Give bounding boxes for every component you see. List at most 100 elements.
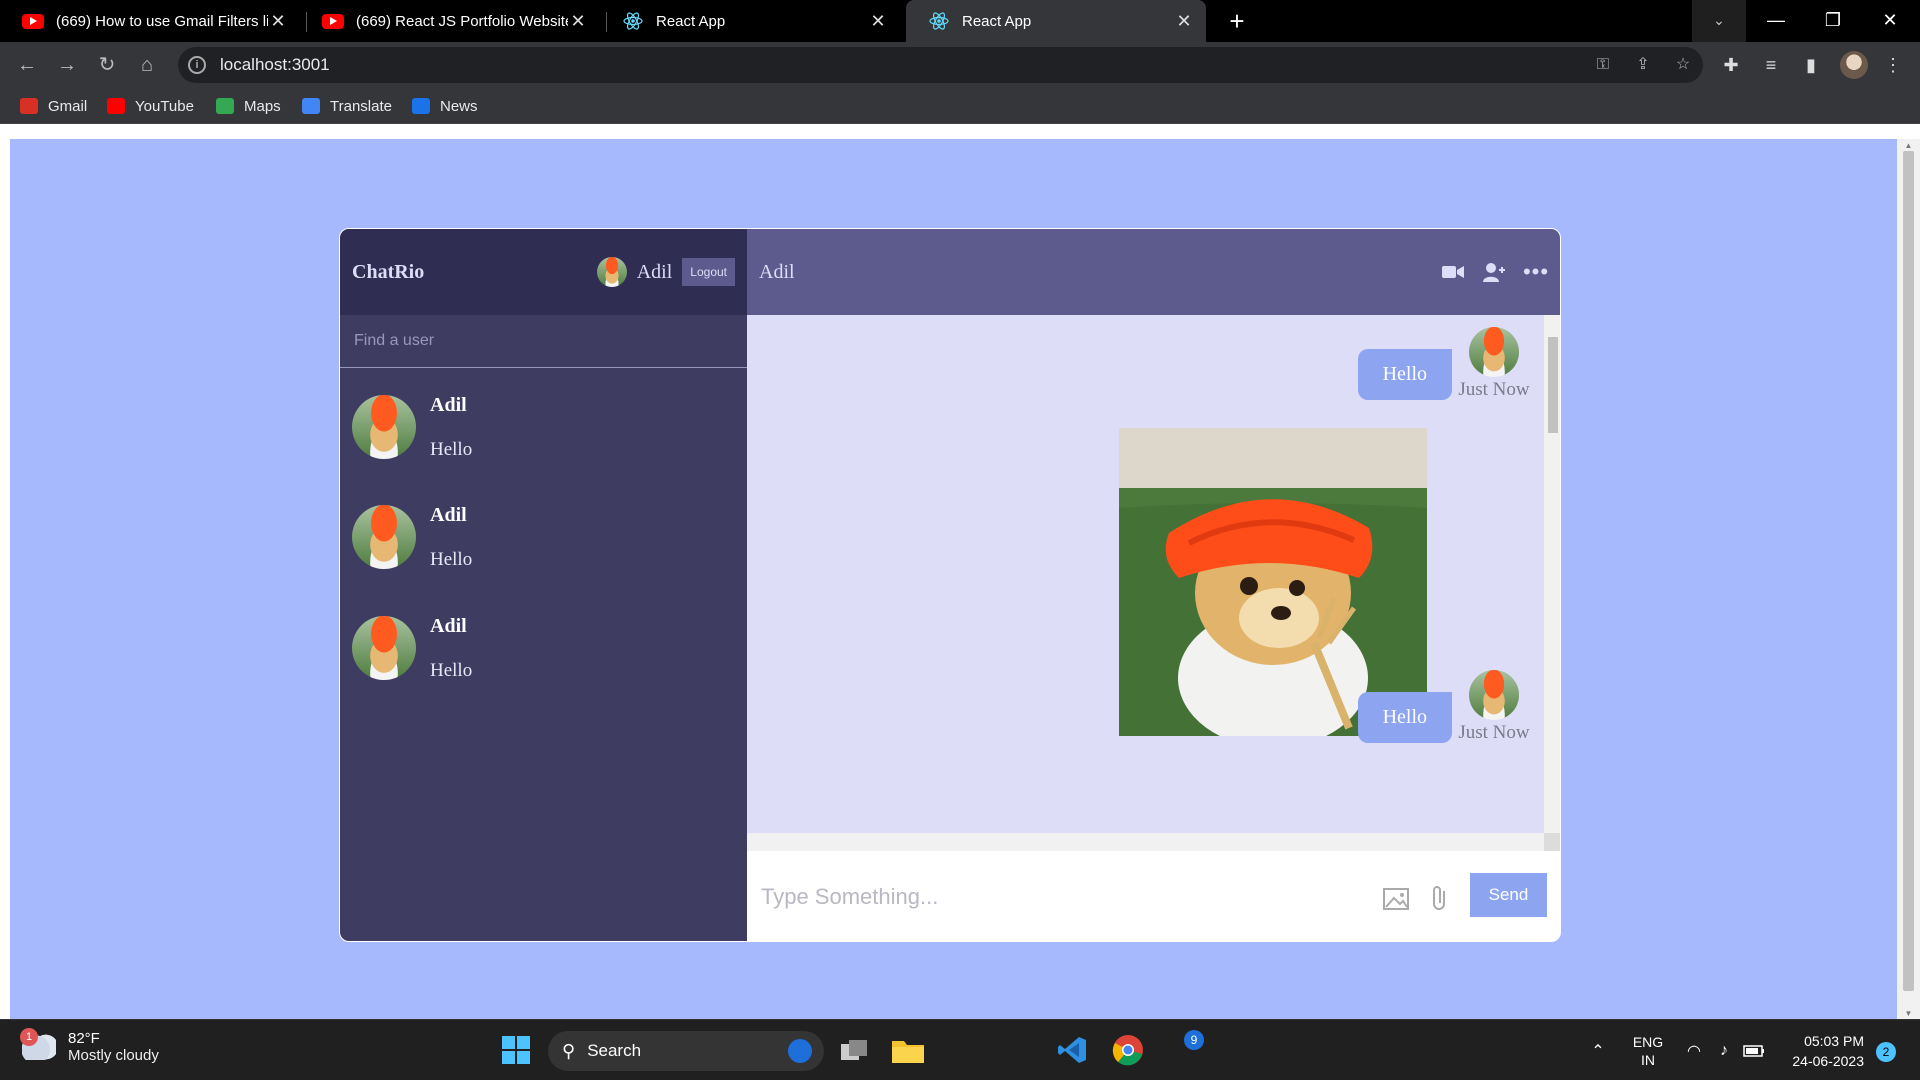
weather-badge: 1: [20, 1028, 38, 1046]
volume-icon[interactable]: ♪: [1710, 1020, 1738, 1080]
media-controls-icon[interactable]: ≡: [1756, 50, 1786, 80]
wifi-icon[interactable]: ◠: [1680, 1020, 1708, 1080]
close-window-button[interactable]: ✕: [1862, 0, 1918, 42]
chat-list-item[interactable]: Adil Hello: [340, 372, 747, 482]
start-button[interactable]: [496, 1030, 536, 1070]
new-tab-button[interactable]: +: [1222, 6, 1252, 36]
system-clock[interactable]: 05:03 PM 24-06-2023: [1782, 1031, 1864, 1071]
forward-button[interactable]: →: [52, 50, 82, 80]
sidebar: ChatRio Adil Logout Adil Hello Adil Hell…: [340, 229, 747, 941]
chat-last-message: Hello: [430, 548, 473, 570]
bookmark-star-icon[interactable]: ☆: [1668, 47, 1698, 83]
message-bubble: Hello: [1357, 692, 1452, 743]
page-scrollbar[interactable]: ▲ ▼: [1897, 139, 1920, 1019]
language-indicator[interactable]: ENG IN: [1628, 1020, 1668, 1080]
clock-date: 24-06-2023: [1792, 1053, 1864, 1069]
close-icon[interactable]: ✕: [568, 11, 588, 32]
file-explorer-icon[interactable]: [888, 1030, 928, 1070]
search-input[interactable]: [340, 315, 747, 367]
attachment-icon[interactable]: [1423, 881, 1457, 915]
restore-button[interactable]: ❐: [1805, 0, 1861, 42]
weather-widget[interactable]: 1 82°F Mostly cloudy: [20, 1028, 159, 1064]
back-button[interactable]: ←: [12, 50, 42, 80]
region-code: IN: [1641, 1051, 1655, 1068]
task-view-icon[interactable]: [834, 1030, 874, 1070]
close-icon[interactable]: ✕: [868, 11, 888, 32]
doge-image: [1119, 428, 1427, 736]
chat-title: Adil: [759, 261, 795, 283]
bookmark-maps[interactable]: Maps: [216, 95, 281, 117]
app-logo: ChatRio: [352, 261, 425, 283]
side-panel-icon[interactable]: ▮: [1796, 50, 1826, 80]
message-info: Just Now: [1456, 327, 1532, 401]
extensions-icon[interactable]: ✚: [1716, 50, 1746, 80]
avatar: [352, 395, 416, 459]
bookmark-youtube[interactable]: YouTube: [107, 95, 194, 117]
battery-icon[interactable]: [1740, 1020, 1768, 1080]
bookmark-translate[interactable]: Translate: [302, 95, 392, 117]
reload-button[interactable]: ↻: [92, 50, 122, 80]
close-icon[interactable]: ✕: [268, 11, 288, 32]
tab-title: (669) How to use Gmail Filters lik: [56, 12, 268, 30]
message-input[interactable]: [761, 877, 1361, 917]
scrollbar-thumb[interactable]: [1903, 151, 1914, 991]
address-bar[interactable]: i localhost:3001 ⚿ ⇪ ☆: [178, 47, 1703, 83]
tab-react-app-active[interactable]: React App ✕: [906, 0, 1206, 42]
add-user-icon[interactable]: [1481, 259, 1507, 285]
messages-horizontal-scrollbar[interactable]: [747, 833, 1544, 851]
chat-last-message: Hello: [430, 659, 473, 681]
share-icon[interactable]: ⇪: [1628, 47, 1658, 83]
search-icon: ⚲: [562, 1040, 576, 1061]
logout-button[interactable]: Logout: [682, 258, 735, 286]
avatar: [1469, 670, 1519, 720]
messages-scrollbar[interactable]: [1544, 315, 1560, 833]
messages-area: Hello Just Now Hello Just Now: [747, 315, 1560, 833]
tab-search-button[interactable]: ⌄: [1692, 0, 1746, 42]
language-code: ENG: [1632, 1033, 1664, 1050]
avatar: [352, 616, 416, 680]
bookmarks-bar: Gmail YouTube Maps Translate News: [0, 88, 1920, 124]
chat-user-name: Adil: [430, 503, 467, 526]
current-user-name: Adil: [636, 260, 673, 283]
tab-react-app-1[interactable]: React App ✕: [600, 0, 900, 42]
close-icon[interactable]: ✕: [1174, 11, 1194, 32]
chat-list-item[interactable]: Adil Hello: [340, 593, 747, 703]
message-image[interactable]: [1119, 428, 1427, 736]
chat-list-item[interactable]: Adil Hello: [340, 482, 747, 592]
vscode-icon[interactable]: [1052, 1030, 1092, 1070]
video-camera-icon[interactable]: [1440, 259, 1466, 285]
menu-icon[interactable]: ⋮: [1878, 50, 1908, 80]
page-margin: [0, 124, 10, 1019]
profile-avatar[interactable]: [1840, 51, 1868, 79]
home-button[interactable]: ⌂: [132, 50, 162, 80]
avatar: [596, 257, 627, 287]
scroll-up-arrow[interactable]: ▲: [1903, 141, 1914, 150]
scroll-down-arrow[interactable]: ▼: [1903, 1009, 1914, 1018]
bookmark-news[interactable]: News: [412, 95, 478, 117]
chat-header: Adil •••: [747, 229, 1560, 315]
tab-react-portfolio[interactable]: (669) React JS Portfolio Website ✕: [300, 0, 600, 42]
chevron-up-icon[interactable]: ⌃: [1586, 1020, 1610, 1080]
bing-icon: [788, 1039, 812, 1063]
minimize-button[interactable]: —: [1748, 0, 1804, 42]
url-text: localhost:3001: [220, 55, 330, 74]
tab-gmail-filters[interactable]: (669) How to use Gmail Filters lik ✕: [0, 0, 300, 42]
chrome-icon[interactable]: [1108, 1030, 1148, 1070]
message-bubble: Hello: [1357, 349, 1452, 400]
send-button[interactable]: Send: [1470, 873, 1547, 917]
image-upload-icon[interactable]: [1380, 881, 1414, 915]
taskbar-search[interactable]: ⚲ Search: [548, 1031, 824, 1071]
user-search: [340, 315, 747, 368]
cloud-icon: 1: [20, 1028, 56, 1060]
notification-badge[interactable]: 2: [1876, 1042, 1896, 1062]
scrollbar-thumb[interactable]: [1548, 337, 1558, 433]
bookmark-label: YouTube: [135, 97, 194, 115]
site-info-icon[interactable]: i: [188, 56, 206, 74]
react-icon: [622, 10, 644, 32]
bookmark-label: Translate: [330, 97, 392, 115]
bookmark-gmail[interactable]: Gmail: [20, 95, 87, 117]
key-icon[interactable]: ⚿: [1588, 47, 1618, 83]
more-options-icon[interactable]: •••: [1523, 259, 1549, 285]
message-input-bar: Send: [747, 851, 1560, 941]
avatar: [352, 505, 416, 569]
